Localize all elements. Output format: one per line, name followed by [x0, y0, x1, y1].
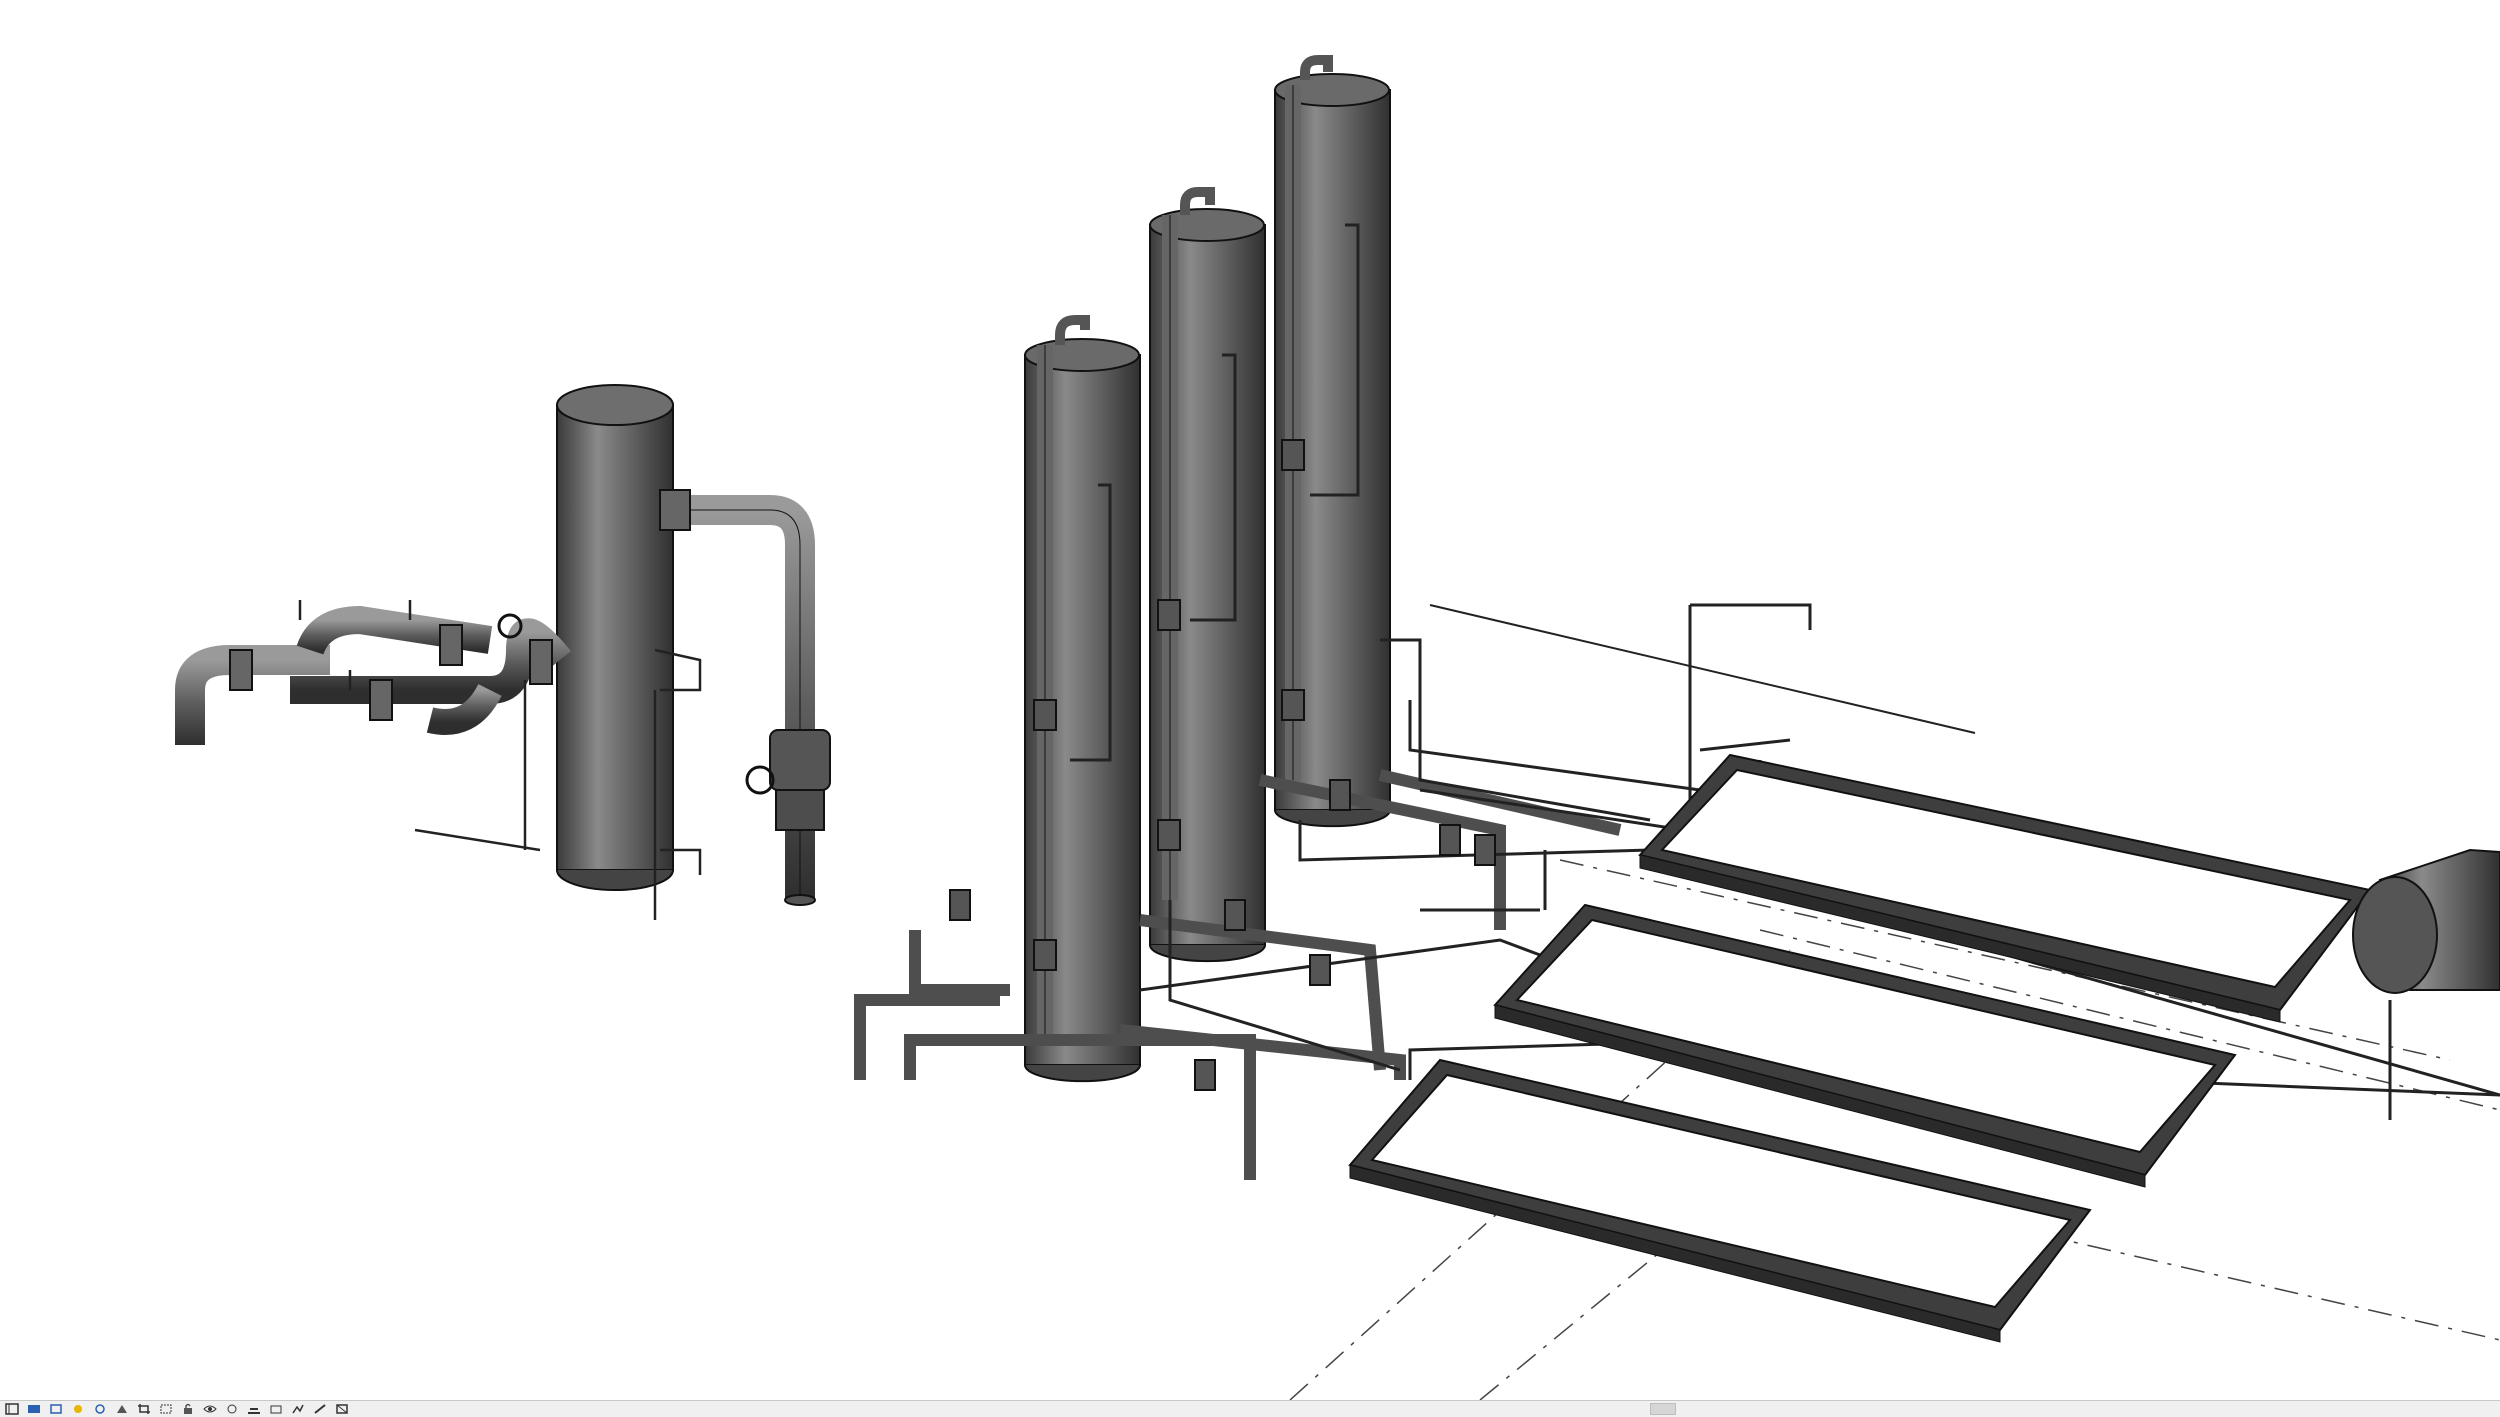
unlock-3d-icon[interactable] [180, 1402, 196, 1416]
column-1[interactable] [1024, 315, 1141, 1083]
render-icon[interactable] [114, 1402, 130, 1416]
column-2[interactable] [1149, 187, 1266, 963]
detail-level-icon[interactable] [26, 1402, 42, 1416]
view-control-bar [0, 1400, 2500, 1417]
left-vessel[interactable] [175, 384, 831, 920]
worksharing-icon[interactable] [246, 1402, 262, 1416]
column-3[interactable] [1274, 55, 1391, 828]
temporary-hide-icon[interactable] [202, 1402, 218, 1416]
highlight-icon[interactable] [312, 1402, 328, 1416]
horizontal-scrollbar-thumb[interactable] [1650, 1403, 1676, 1415]
3d-view-canvas[interactable] [0, 0, 2500, 1400]
constraints-icon[interactable] [334, 1402, 350, 1416]
horizontal-drum[interactable] [2352, 848, 2500, 994]
reveal-hidden-icon[interactable] [224, 1402, 240, 1416]
visual-style-icon[interactable] [48, 1402, 64, 1416]
scale-icon[interactable] [4, 1402, 20, 1416]
crop-view-icon[interactable] [136, 1402, 152, 1416]
shadows-icon[interactable] [92, 1402, 108, 1416]
show-crop-icon[interactable] [158, 1402, 174, 1416]
sun-path-icon[interactable] [70, 1402, 86, 1416]
design-options-icon[interactable] [268, 1402, 284, 1416]
analytical-icon[interactable] [290, 1402, 306, 1416]
reference-line [1429, 604, 1976, 734]
